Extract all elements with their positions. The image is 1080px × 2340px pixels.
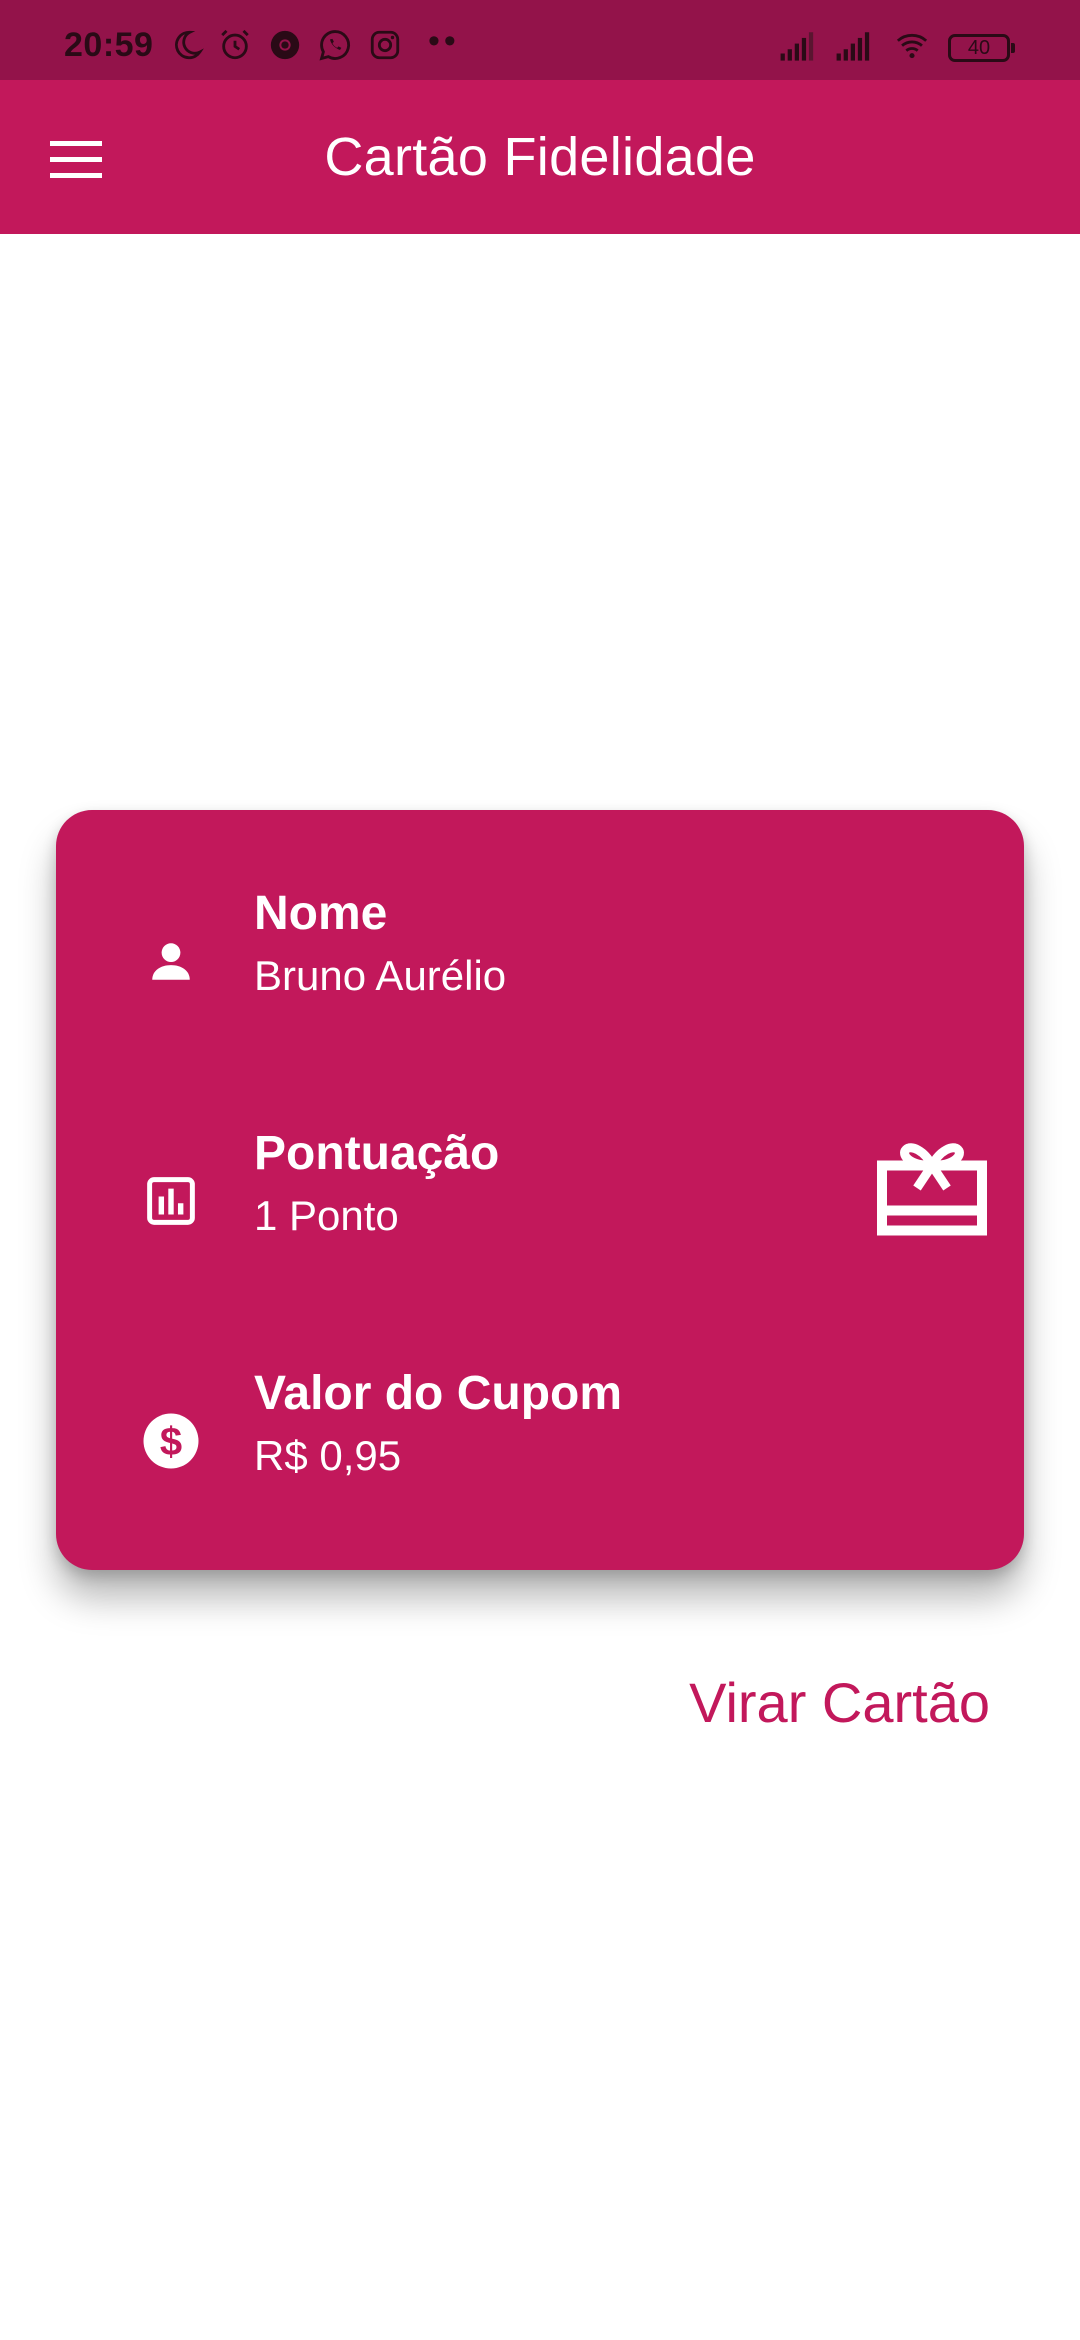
person-icon [132,922,210,1000]
whatsapp-icon [319,30,350,61]
alarm-icon [221,29,249,60]
svg-text:$: $ [160,1420,182,1464]
menu-button[interactable] [36,120,116,200]
points-value: 1 Ponto [254,1192,399,1239]
battery-icon: 40 [948,34,1015,62]
coupon-value: R$ 0,95 [254,1432,402,1479]
status-time: 20:59 [64,26,154,64]
chrome-icon [270,30,300,60]
gift-card-icon [877,1143,987,1236]
menu-icon [50,141,102,178]
name-value: Bruno Aurélio [254,952,507,999]
page-title: Cartão Fidelidade [324,127,756,187]
instagram-icon [370,30,400,60]
flip-card-button[interactable]: Virar Cartão [689,1670,990,1735]
signal-icon [836,32,870,61]
signal-icon [780,32,814,61]
card-row-coupon: $ Valor do Cupom R$ 0,95 [56,1366,856,1526]
coupon-label: Valor do Cupom [254,1367,623,1420]
app-bar: Cartão Fidelidade [0,80,1080,234]
more-dots-icon: •• [428,22,460,60]
name-label: Nome [254,887,388,940]
dollar-icon: $ [132,1402,210,1480]
wifi-icon [896,33,928,59]
chart-icon [132,1162,210,1240]
loyalty-card[interactable]: Nome Bruno Aurélio Pontuação 1 Ponto $ V… [56,810,1024,1570]
card-row-points: Pontuação 1 Ponto [56,1126,856,1286]
battery-level: 40 [967,37,991,59]
points-label: Pontuação [254,1127,500,1180]
card-row-name: Nome Bruno Aurélio [56,886,856,1046]
status-bar: 20:59 •• 40 [0,0,1080,80]
screen: 20:59 •• 40 Cartão Fidelidade Nome Bruno… [0,0,1080,2340]
moon-icon [175,30,204,60]
